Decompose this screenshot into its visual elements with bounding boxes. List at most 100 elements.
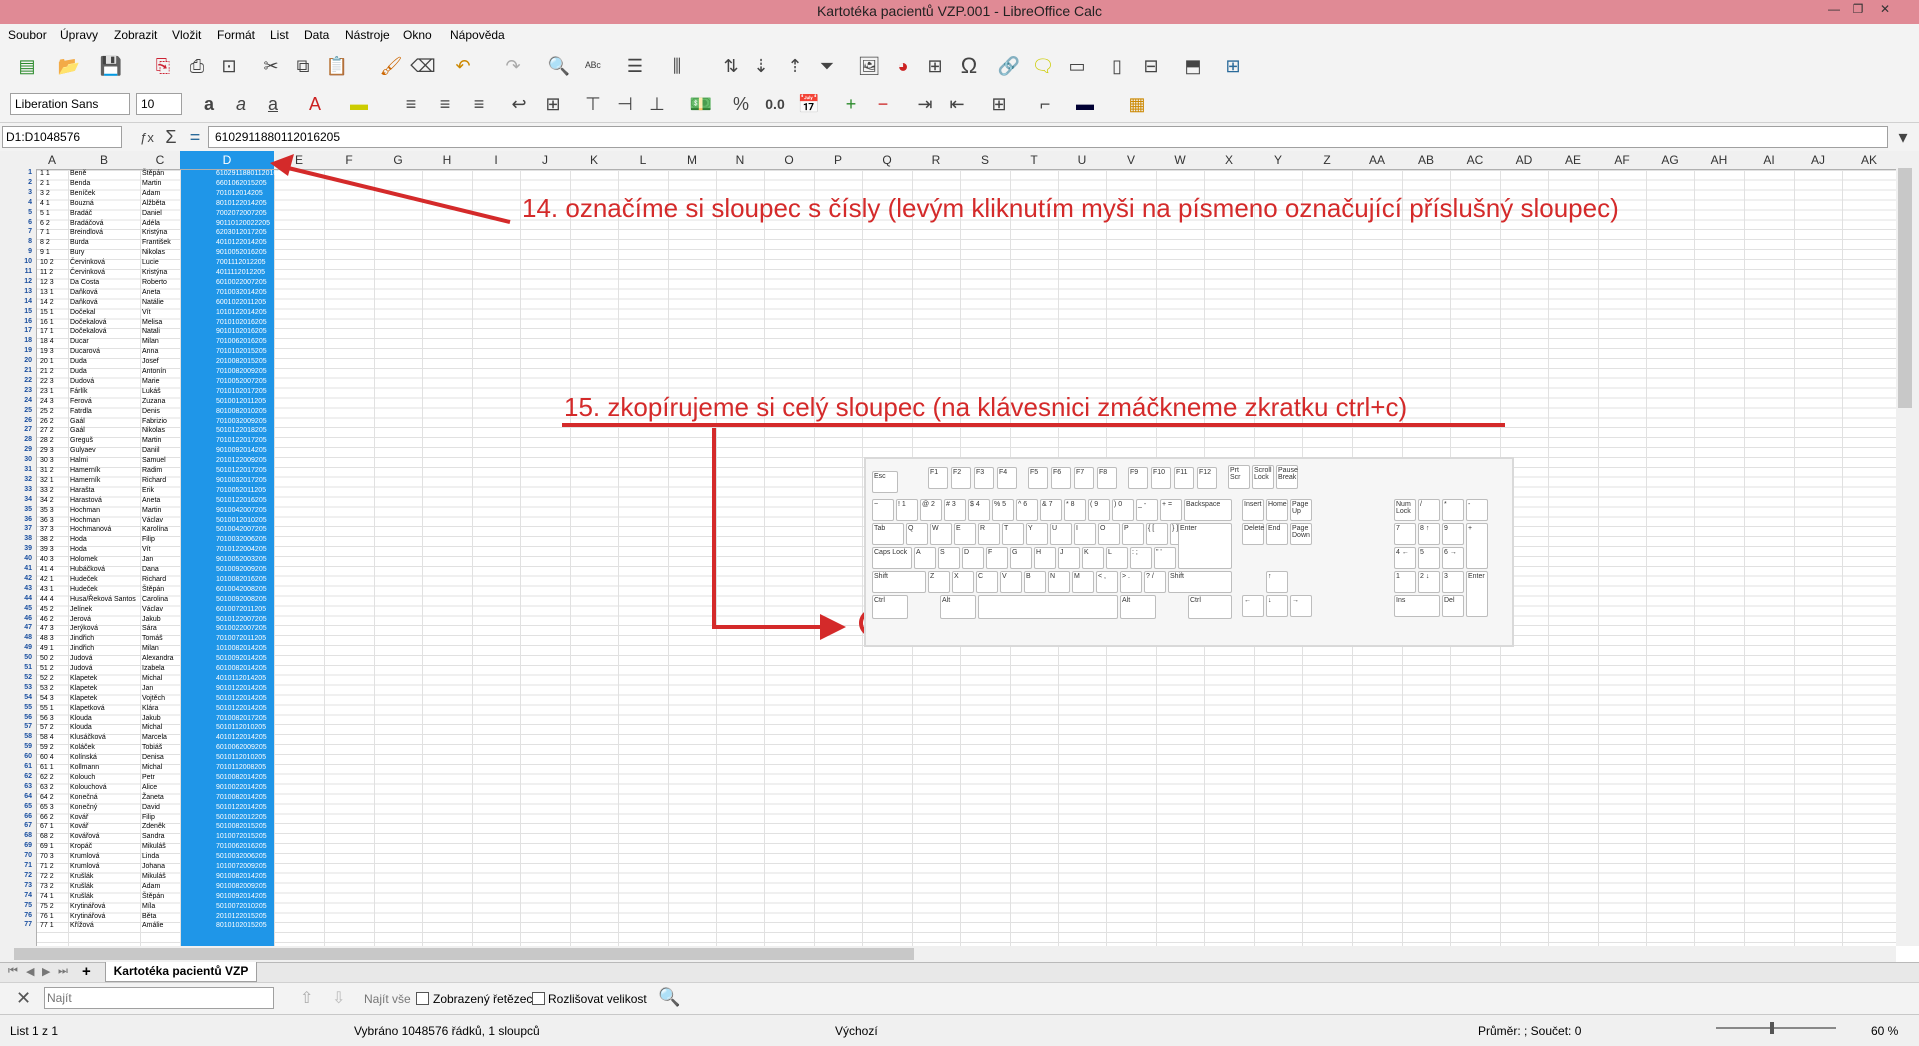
key-num-1: 1 [1394,571,1416,593]
key-arrow-right: → [1290,595,1312,617]
key-num-divide: / [1418,499,1440,521]
key-caps-lock: Caps Lock [872,547,912,569]
find-input[interactable] [44,987,274,1009]
key-arrow-down: ↓ [1266,595,1288,617]
key-f7: F7 [1074,467,1094,489]
key-slash: ? / [1144,571,1166,593]
prev-sheet-icon[interactable]: ◀ [26,965,34,978]
key-f4: F4 [997,467,1017,489]
key-f12: F12 [1197,467,1217,489]
key-num-6: 6 → [1442,547,1464,569]
key-num-8: 8 ↑ [1418,523,1440,545]
key-a: A [914,547,936,569]
key-z: Z [928,571,950,593]
sheet-tabs-bar: ⏮ ◀ ▶ ⏭ + [0,962,1919,983]
key-d: D [962,547,984,569]
key-s: S [938,547,960,569]
key-shift-right: Shift [1168,571,1232,593]
sum-info: Průměr: ; Součet: 0 [1478,1024,1582,1038]
horizontal-scroll-thumb[interactable] [14,948,914,960]
key-num-0: Ins [1394,595,1440,617]
key-equals: + = [1160,499,1182,521]
key-quote: " ' [1154,547,1176,569]
key-5: % 5 [992,499,1014,521]
key-w: W [930,523,952,545]
annotation-step-15: 15. zkopírujeme si celý sloupec (na kláv… [564,392,1408,422]
key-num-3: 3 [1442,571,1464,593]
key-page-up: Page Up [1290,499,1312,521]
key-t: T [1002,523,1024,545]
key-num-7: 7 [1394,523,1416,545]
key-f2: F2 [951,467,971,489]
key-bracket-left: { [ [1146,523,1168,545]
key-tab: Tab [872,523,904,545]
key-i: I [1074,523,1096,545]
key-delete: Delete [1242,523,1264,545]
first-sheet-icon[interactable]: ⏮ [8,965,18,978]
key-3: # 3 [944,499,966,521]
status-bar: List 1 z 1 Vybráno 1048576 řádků, 1 slou… [0,1014,1919,1046]
key-ctrl-right: Ctrl [1188,595,1232,619]
key-f11: F11 [1174,467,1194,489]
key-scroll-lock: Scroll Lock [1252,465,1274,489]
key-f: F [986,547,1008,569]
selection-info: Vybráno 1048576 řádků, 1 sloupců [354,1024,540,1038]
key-comma: < , [1096,571,1118,593]
find-next-icon[interactable]: ⇩ [332,988,345,1008]
key-arrow-left: ← [1242,595,1264,617]
key-num-enter: Enter [1466,571,1488,617]
key-2: @ 2 [920,499,942,521]
key-num-9: 9 [1442,523,1464,545]
key-f8: F8 [1097,467,1117,489]
match-case-checkbox[interactable] [532,992,545,1005]
key-y: Y [1026,523,1048,545]
key-0: ) 0 [1112,499,1134,521]
key-num-2: 2 ↓ [1418,571,1440,593]
sheet-tab-active[interactable]: Kartotéka pacientů VZP [105,962,257,982]
key-f5: F5 [1028,467,1048,489]
sheet-position: List 1 z 1 [10,1024,59,1038]
key-page-down: Page Down [1290,523,1312,545]
key-n: N [1048,571,1070,593]
key-x: X [952,571,974,593]
key-m: M [1072,571,1094,593]
key-e: E [954,523,976,545]
key-space [978,595,1118,619]
key-8: * 8 [1064,499,1086,521]
displayed-string-checkbox[interactable] [416,992,429,1005]
key-arrow-up: ↑ [1266,571,1288,593]
key-r: R [978,523,1000,545]
last-sheet-icon[interactable]: ⏭ [58,965,68,978]
find-previous-icon[interactable]: ⇧ [300,988,313,1008]
close-findbar-icon[interactable]: ✕ [16,988,31,1009]
next-sheet-icon[interactable]: ▶ [42,965,50,978]
key-6: ^ 6 [1016,499,1038,521]
key-num-5: 5 [1418,547,1440,569]
key-shift-left: Shift [872,571,926,593]
vertical-scroll-thumb[interactable] [1898,168,1912,408]
page-style: Výchozí [835,1024,878,1038]
key-backspace: Backspace [1184,499,1232,521]
displayed-string-label: Zobrazený řetězec [433,992,533,1006]
match-case-label: Rozlišovat velikost [548,992,647,1006]
find-all-button[interactable]: Najít vše [364,992,411,1006]
key-l: L [1106,547,1128,569]
zoom-slider-thumb[interactable] [1770,1022,1774,1034]
key-f3: F3 [974,467,994,489]
key-7: & 7 [1040,499,1062,521]
add-sheet-icon[interactable]: + [82,963,91,980]
key-semicolon: : ; [1130,547,1152,569]
key-minus: _ - [1136,499,1158,521]
key-f10: F10 [1151,467,1171,489]
key-f9: F9 [1128,467,1148,489]
key-insert: Insert [1242,499,1264,521]
key-alt-right: Alt [1120,595,1156,619]
key-q: Q [906,523,928,545]
key-f6: F6 [1051,467,1071,489]
key-end: End [1266,523,1288,545]
keyboard-image: Esc F1 F2 F3 F4 F5 F6 F7 F8 F9 F10 F11 F… [864,457,1514,647]
key-p: P [1122,523,1144,545]
zoom-slider[interactable] [1716,1027,1836,1029]
find-replace-dialog-icon[interactable]: 🔍 [658,987,680,1008]
key-4: $ 4 [968,499,990,521]
